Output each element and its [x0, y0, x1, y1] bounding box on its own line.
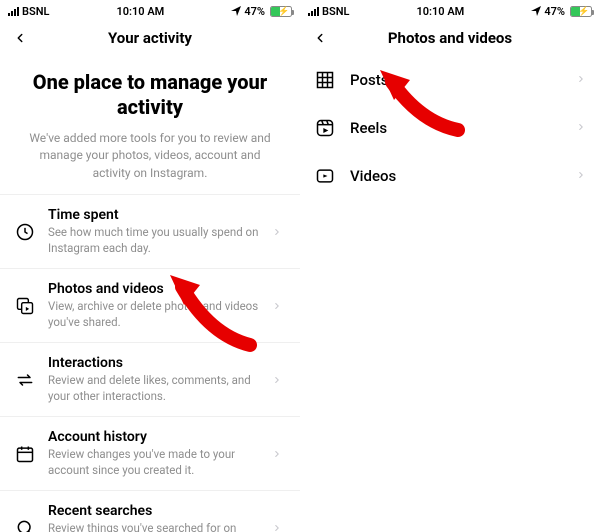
video-icon	[314, 166, 336, 186]
clock-label: 10:10 AM	[416, 5, 464, 18]
chevron-right-icon	[576, 71, 586, 90]
page-title: Your activity	[108, 29, 192, 47]
chevron-right-icon	[576, 119, 586, 138]
row-posts[interactable]: Posts	[300, 56, 600, 104]
signal-icon	[308, 6, 319, 16]
row-time-spent[interactable]: Time spent See how much time you usually…	[0, 194, 300, 268]
row-subtitle: See how much time you usually spend on I…	[48, 225, 260, 256]
row-subtitle: View, archive or delete photos and video…	[48, 299, 260, 330]
screen-photos-videos: BSNL 10:10 AM 47% ⚡ Photos and videos	[300, 0, 600, 532]
row-title: Interactions	[48, 355, 260, 371]
signal-icon	[8, 6, 19, 16]
row-subtitle: Review things you've searched for on Ins…	[48, 521, 260, 532]
row-title: Photos and videos	[48, 281, 260, 297]
row-subtitle: Review and delete likes, comments, and y…	[48, 373, 260, 404]
carrier-label: BSNL	[22, 5, 49, 18]
battery-icon: ⚡	[568, 6, 592, 17]
battery-pct-label: 47%	[244, 5, 265, 18]
back-button[interactable]	[6, 24, 34, 52]
row-interactions[interactable]: Interactions Review and delete likes, co…	[0, 342, 300, 416]
interactions-icon	[14, 370, 36, 390]
reels-icon	[314, 118, 336, 138]
row-recent-searches[interactable]: Recent searches Review things you've sea…	[0, 490, 300, 532]
page-title: Photos and videos	[388, 29, 512, 47]
row-title: Videos	[350, 167, 562, 185]
nav-header: Your activity	[0, 20, 300, 56]
clock-label: 10:10 AM	[116, 5, 164, 18]
hero-subtitle: We've added more tools for you to review…	[18, 130, 282, 182]
row-account-history[interactable]: Account history Review changes you've ma…	[0, 416, 300, 490]
row-title: Account history	[48, 429, 260, 445]
battery-pct-label: 47%	[544, 5, 565, 18]
battery-icon: ⚡	[268, 6, 292, 17]
photos-videos-icon	[14, 296, 36, 316]
location-icon	[231, 6, 241, 16]
hero-title: One place to manage your activity	[18, 70, 282, 120]
chevron-right-icon	[272, 447, 286, 461]
row-title: Reels	[350, 119, 562, 137]
status-bar: BSNL 10:10 AM 47% ⚡	[300, 0, 600, 20]
row-videos[interactable]: Videos	[300, 152, 600, 200]
row-title: Time spent	[48, 207, 260, 223]
chevron-right-icon	[272, 521, 286, 532]
status-bar: BSNL 10:10 AM 47% ⚡	[0, 0, 300, 20]
chevron-right-icon	[272, 373, 286, 387]
nav-header: Photos and videos	[300, 20, 600, 56]
row-subtitle: Review changes you've made to your accou…	[48, 447, 260, 478]
row-photos-videos[interactable]: Photos and videos View, archive or delet…	[0, 268, 300, 342]
hero-block: One place to manage your activity We've …	[0, 56, 300, 190]
chevron-right-icon	[272, 299, 286, 313]
row-reels[interactable]: Reels	[300, 104, 600, 152]
row-title: Recent searches	[48, 503, 260, 519]
row-title: Posts	[350, 71, 562, 89]
calendar-icon	[14, 444, 36, 464]
chevron-right-icon	[272, 225, 286, 239]
chevron-right-icon	[576, 167, 586, 186]
carrier-label: BSNL	[322, 5, 349, 18]
search-icon	[14, 518, 36, 532]
screen-your-activity: BSNL 10:10 AM 47% ⚡ Your activity One pl…	[0, 0, 300, 532]
location-icon	[531, 6, 541, 16]
back-button[interactable]	[306, 24, 334, 52]
clock-icon	[14, 222, 36, 242]
grid-icon	[314, 70, 336, 90]
